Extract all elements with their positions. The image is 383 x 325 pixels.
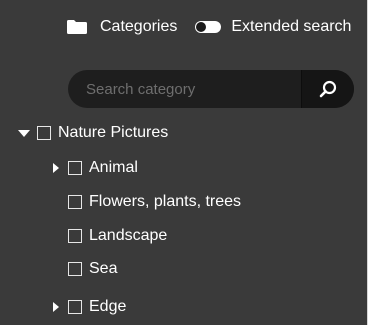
collapse-caret-icon[interactable] bbox=[53, 163, 59, 173]
checkbox-nature-pictures[interactable] bbox=[37, 126, 51, 140]
tree-item-flowers-plants-trees[interactable]: Flowers, plants, trees bbox=[68, 190, 241, 214]
categories-label: Categories bbox=[100, 18, 178, 35]
search-bar bbox=[68, 70, 354, 108]
collapse-caret-icon[interactable] bbox=[53, 302, 59, 312]
checkbox-flowers-plants-trees[interactable] bbox=[68, 195, 82, 209]
extended-search-label: Extended search bbox=[231, 18, 352, 35]
toggle-knob bbox=[196, 22, 207, 32]
tree-item-label: Nature Pictures bbox=[58, 124, 169, 141]
tree-item-nature-pictures[interactable]: Nature Pictures bbox=[18, 121, 168, 145]
folder-icon bbox=[67, 20, 87, 34]
toggle-off-icon[interactable] bbox=[195, 21, 222, 33]
checkbox-edge[interactable] bbox=[68, 300, 82, 314]
checkbox-sea[interactable] bbox=[68, 262, 82, 276]
tree-item-label: Animal bbox=[89, 159, 138, 176]
expand-caret-icon[interactable] bbox=[18, 129, 30, 137]
tree-item-label: Edge bbox=[89, 298, 127, 315]
scrollbar-track[interactable] bbox=[367, 0, 383, 325]
checkbox-animal[interactable] bbox=[68, 161, 82, 175]
tree-item-label: Flowers, plants, trees bbox=[89, 193, 242, 210]
tree-item-label: Landscape bbox=[89, 227, 168, 244]
panel-header: Categories Extended search bbox=[66, 12, 351, 42]
tree-item-label: Sea bbox=[89, 260, 118, 277]
search-category-input[interactable] bbox=[68, 70, 301, 108]
categories-button[interactable]: Categories bbox=[66, 18, 177, 36]
tree-item-landscape[interactable]: Landscape bbox=[68, 224, 167, 248]
checkbox-landscape[interactable] bbox=[68, 229, 82, 243]
extended-search-toggle[interactable]: Extended search bbox=[195, 18, 351, 36]
tree-item-sea[interactable]: Sea bbox=[68, 257, 117, 281]
category-panel: Categories Extended search Nature Pictur… bbox=[0, 0, 367, 325]
search-button[interactable] bbox=[301, 70, 354, 108]
tree-item-animal[interactable]: Animal bbox=[53, 156, 138, 180]
tree-item-edge[interactable]: Edge bbox=[53, 295, 126, 319]
search-icon bbox=[319, 80, 337, 98]
